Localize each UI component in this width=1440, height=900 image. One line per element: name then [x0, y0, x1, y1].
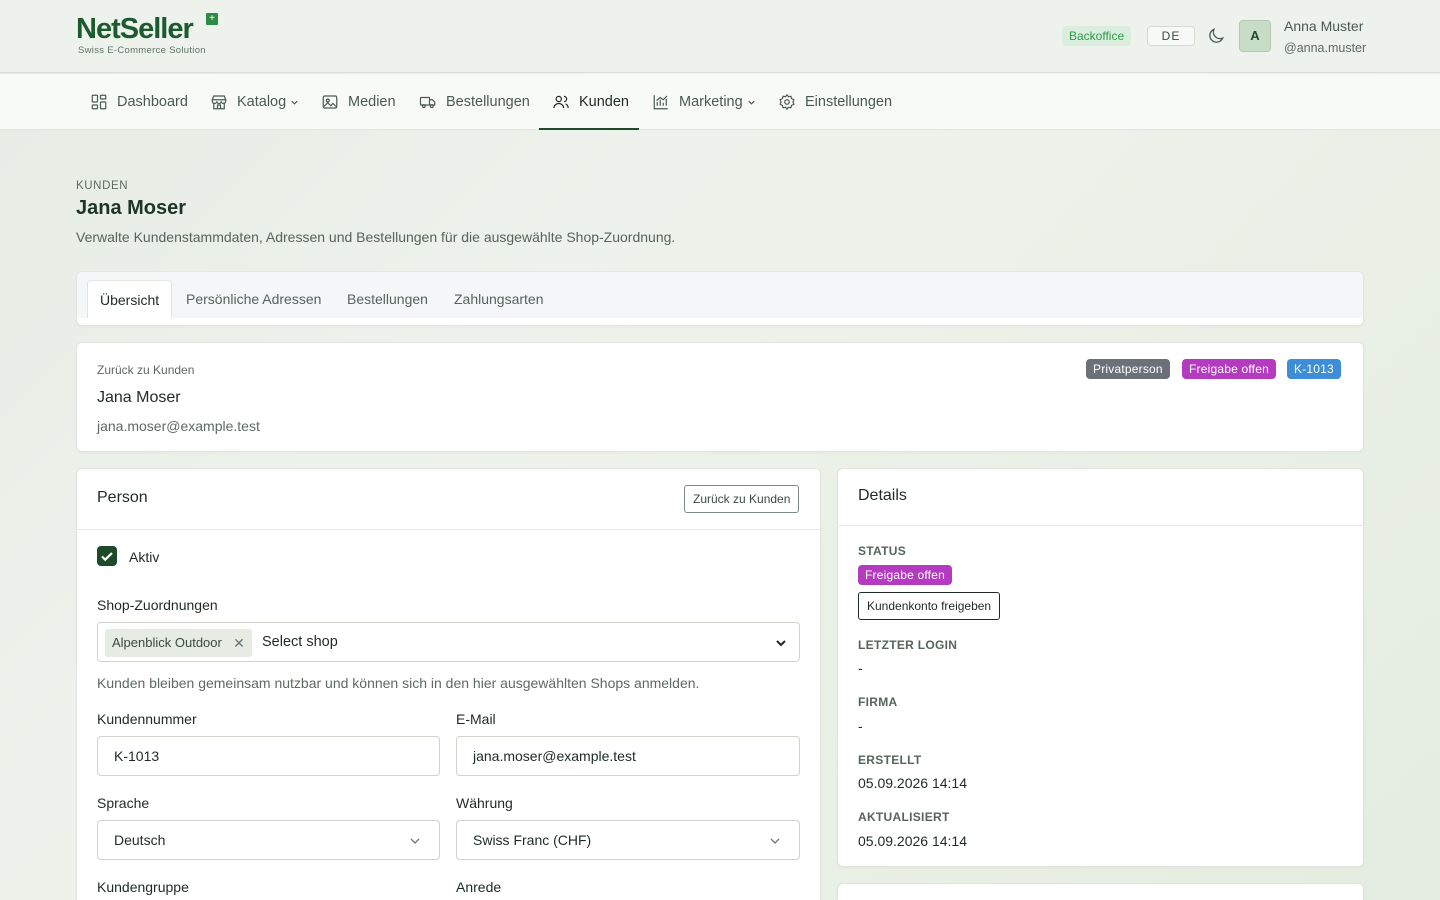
person-card: Person Zurück zu Kunden Aktiv Shop-Zuord… [76, 468, 821, 900]
next-card [837, 883, 1364, 900]
top-header: NetSeller + Swiss E-Commerce Solution Ba… [0, 0, 1440, 73]
backoffice-badge: Backoffice [1062, 26, 1132, 46]
currency-label: Währung [456, 795, 513, 811]
currency-select[interactable]: Swiss Franc (CHF) [456, 820, 800, 860]
tab-persoenliche-adressen[interactable]: Persönliche Adressen [174, 280, 333, 318]
nav-label: Einstellungen [805, 94, 893, 110]
person-card-title: Person [97, 489, 148, 506]
user-handle: @anna.muster [1284, 41, 1367, 55]
avatar[interactable]: A [1239, 20, 1271, 52]
store-icon [211, 95, 227, 110]
created-value: 05.09.2026 14:14 [858, 775, 967, 791]
nav-item-bestellungen[interactable]: Bestellungen [419, 74, 530, 130]
nav-item-einstellungen[interactable]: Einstellungen [778, 74, 892, 130]
last-login-label: LETZTER LOGIN [858, 638, 958, 652]
tab-bestellungen[interactable]: Bestellungen [335, 280, 440, 318]
shop-help-text: Kunden bleiben gemeinsam nutzbar und kön… [97, 675, 700, 691]
moon-icon[interactable] [1206, 26, 1226, 46]
truck-icon [419, 96, 436, 109]
updated-value: 05.09.2026 14:14 [858, 833, 967, 849]
email-label: E-Mail [456, 711, 496, 727]
logo-subtitle: Swiss E-Commerce Solution [78, 45, 206, 56]
check-icon [101, 552, 113, 562]
status-label: STATUS [858, 544, 907, 558]
tab-uebersicht[interactable]: Übersicht [87, 280, 173, 318]
nav-item-dashboard[interactable]: Dashboard [90, 74, 188, 130]
customer-email: jana.moser@example.test [97, 418, 260, 434]
netseller-logo[interactable]: NetSeller + Swiss E-Commerce Solution [76, 12, 226, 58]
details-card: Details STATUS Freigabe offen Kundenkont… [837, 468, 1364, 867]
customer-type-badge: Privatperson [1086, 359, 1170, 379]
language-select[interactable]: Deutsch [97, 820, 440, 860]
page-description: Verwalte Kundenstammdaten, Adressen und … [76, 229, 676, 245]
chevron-down-icon [770, 838, 780, 844]
back-to-customers-link[interactable]: Zurück zu Kunden [97, 363, 194, 377]
customer-name: Jana Moser [97, 389, 181, 406]
shop-tag-label: Alpenblick Outdoor [112, 635, 222, 650]
status-badge: Freigabe offen [1182, 359, 1276, 379]
email-field[interactable]: jana.moser@example.test [456, 736, 800, 776]
breadcrumb: KUNDEN [76, 180, 129, 192]
chart-icon [653, 95, 668, 110]
chevron-down-icon [748, 100, 755, 105]
customer-group-label: Kundengruppe [97, 879, 189, 895]
approve-account-button[interactable]: Kundenkonto freigeben [858, 592, 1001, 620]
nav-item-medien[interactable]: Medien [321, 74, 396, 130]
company-label: FIRMA [858, 695, 898, 709]
main-navigation: Dashboard Katalog Medien Bestellungen Ku… [0, 74, 1440, 130]
created-label: ERSTELLT [858, 753, 922, 767]
shop-tag: Alpenblick Outdoor ✕ [105, 629, 252, 657]
shop-assignments-select[interactable]: Alpenblick Outdoor ✕ Select shop [97, 622, 800, 662]
users-icon [553, 95, 569, 109]
shop-select-placeholder: Select shop [262, 634, 338, 650]
currency-value: Swiss Franc (CHF) [473, 832, 592, 848]
active-tab-indicator [539, 128, 639, 130]
nav-label: Katalog [237, 94, 287, 110]
customer-number-input[interactable]: K-1013 [97, 736, 440, 776]
language-value: Deutsch [114, 832, 166, 848]
status-badge: Freigabe offen [858, 565, 952, 585]
details-card-title: Details [858, 487, 907, 504]
nav-item-katalog[interactable]: Katalog [210, 74, 299, 130]
gear-icon [779, 93, 795, 111]
customer-number-badge: K-1013 [1287, 359, 1341, 379]
language-label: Sprache [97, 795, 150, 811]
nav-label: Dashboard [117, 94, 188, 110]
nav-item-marketing[interactable]: Marketing [652, 74, 756, 130]
customer-summary-card: Zurück zu Kunden Jana Moser jana.moser@e… [76, 342, 1364, 452]
tabs-card: Übersicht Persönliche Adressen Bestellun… [76, 271, 1364, 326]
chevron-down-icon [776, 640, 786, 647]
page-title: Jana Moser [76, 197, 187, 219]
chevron-down-icon [291, 100, 298, 105]
divider [838, 525, 1363, 526]
tab-zahlungsarten[interactable]: Zahlungsarten [442, 280, 556, 318]
nav-label: Kunden [579, 94, 629, 110]
back-to-customers-button[interactable]: Zurück zu Kunden [684, 485, 800, 513]
logo-plus-icon: + [206, 13, 218, 25]
close-icon[interactable]: ✕ [233, 629, 245, 657]
nav-label: Medien [348, 94, 396, 110]
nav-item-kunden[interactable]: Kunden [552, 74, 629, 130]
nav-label: Bestellungen [446, 94, 530, 110]
updated-label: AKTUALISIERT [858, 810, 950, 824]
dashboard-icon [91, 94, 107, 110]
last-login-value: - [858, 660, 863, 676]
company-value: - [858, 718, 863, 734]
customer-number-label: Kundennummer [97, 711, 197, 727]
image-icon [322, 95, 338, 109]
logo-text: NetSeller [76, 13, 194, 45]
active-label: Aktiv [129, 549, 160, 565]
shop-assignments-label: Shop-Zuordnungen [97, 597, 218, 613]
nav-label: Marketing [679, 94, 743, 110]
active-checkbox[interactable] [97, 546, 117, 566]
tabs-strip: Übersicht Persönliche Adressen Bestellun… [77, 272, 1363, 318]
chevron-down-icon [410, 838, 420, 844]
salutation-label: Anrede [456, 879, 502, 895]
language-switch-button[interactable]: DE [1147, 26, 1195, 46]
divider [77, 529, 820, 530]
user-name: Anna Muster [1284, 18, 1364, 34]
